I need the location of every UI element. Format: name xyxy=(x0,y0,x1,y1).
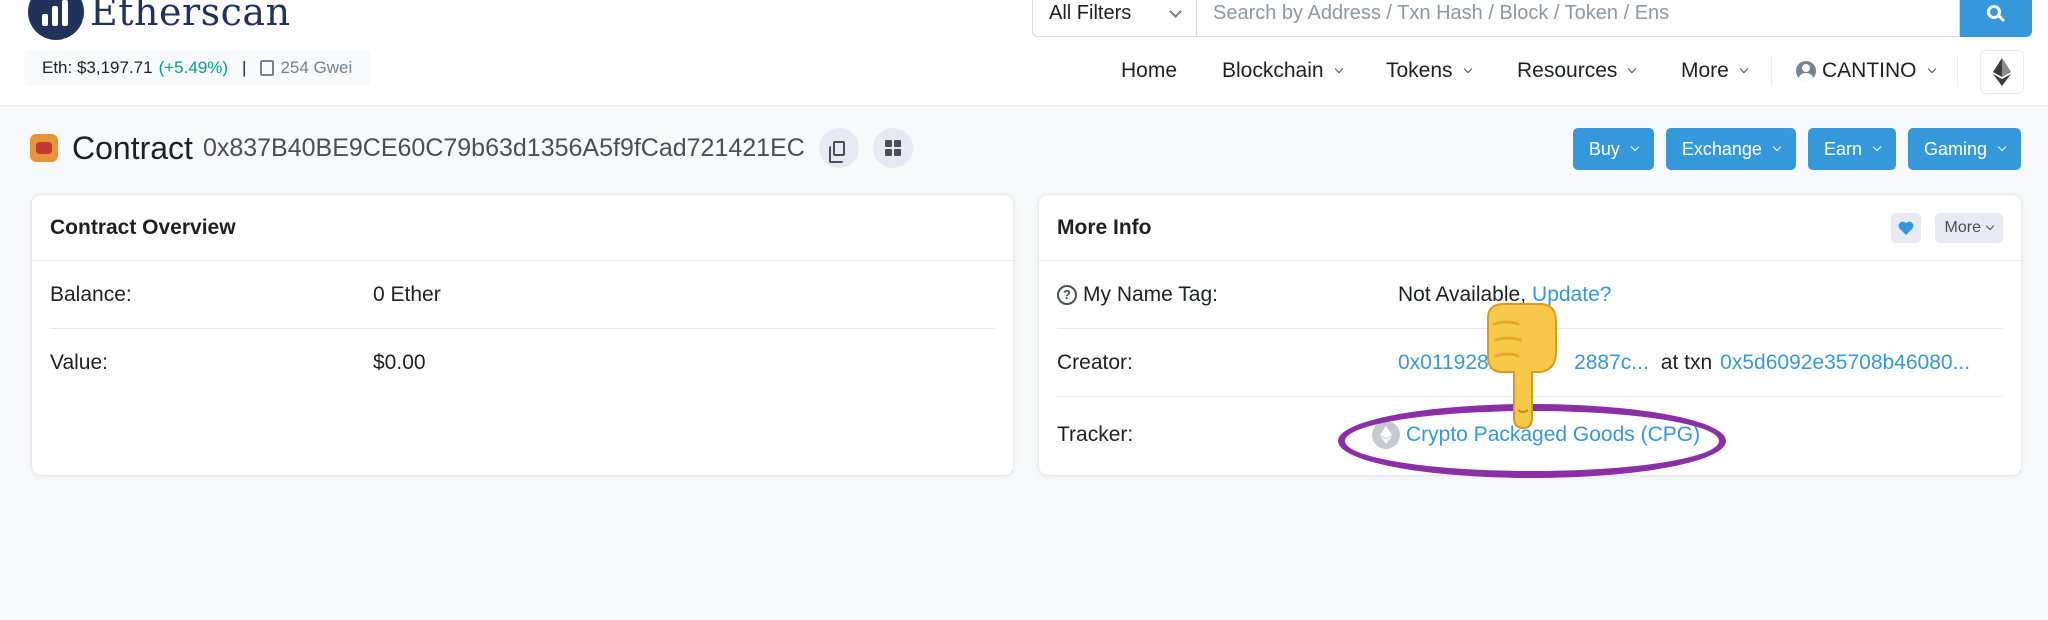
nav-resources[interactable]: Resources xyxy=(1517,55,1637,87)
eth-price[interactable]: Eth: $3,197.71 xyxy=(42,58,153,78)
balance-row: Balance: 0 Ether xyxy=(50,261,995,329)
value-row: Value: $0.00 xyxy=(50,329,995,397)
nav-divider xyxy=(1771,56,1772,86)
nav-resources-label: Resources xyxy=(1517,59,1618,82)
value-value: $0.00 xyxy=(373,351,426,374)
exchange-button[interactable]: Exchange xyxy=(1665,128,1796,170)
chevron-down-icon xyxy=(1927,64,1936,74)
chevron-down-icon xyxy=(1334,64,1343,74)
nav-more[interactable]: More xyxy=(1681,55,1749,87)
ethereum-icon xyxy=(1993,58,2011,86)
qr-code-icon xyxy=(884,140,901,156)
buy-button[interactable]: Buy xyxy=(1572,128,1654,170)
page-title: Contract xyxy=(72,129,193,166)
copy-address-button[interactable] xyxy=(818,128,859,168)
exchange-button-label: Exchange xyxy=(1681,138,1762,159)
chevron-down-icon xyxy=(1985,221,1995,231)
creator-txn-link[interactable]: 0x5d6092e35708b46080... xyxy=(1720,351,1970,375)
token-icon xyxy=(30,134,58,162)
balance-label: Balance: xyxy=(50,282,132,306)
chevron-down-icon xyxy=(1463,64,1472,74)
name-tag-label: My Name Tag: xyxy=(1083,282,1218,306)
search-filter-select[interactable]: All Filters xyxy=(1032,0,1197,37)
value-label: Value: xyxy=(50,351,108,374)
search-bar: All Filters Search by Address / Txn Hash… xyxy=(1032,0,2032,37)
nav-home-label: Home xyxy=(1121,59,1178,82)
buy-button-label: Buy xyxy=(1588,138,1620,159)
nav-blockchain-label: Blockchain xyxy=(1222,59,1324,82)
nav-tokens-label: Tokens xyxy=(1386,59,1453,82)
site-header: Etherscan Eth: $3,197.71 (+5.49%) | 254 … xyxy=(0,0,2048,106)
gas-price-value: 254 Gwei xyxy=(280,58,353,77)
contract-overview-title: Contract Overview xyxy=(32,195,1013,261)
qr-code-button[interactable] xyxy=(872,128,913,168)
gas-pump-icon xyxy=(260,60,275,76)
nav-divider xyxy=(1957,56,1958,86)
more-info-header: More Info More xyxy=(1039,195,2021,261)
name-tag-label-group: ? My Name Tag: xyxy=(1057,283,1218,307)
chevron-down-icon xyxy=(1739,64,1749,74)
search-input[interactable]: Search by Address / Txn Hash / Block / T… xyxy=(1197,0,1960,37)
creator-label: Creator: xyxy=(1057,350,1133,374)
nav-home[interactable]: Home xyxy=(1121,55,1177,87)
nav-tokens[interactable]: Tokens xyxy=(1386,55,1472,87)
contract-address: 0x837B40BE9CE60C79b63d1356A5f9fCad721421… xyxy=(202,133,805,162)
copy-icon xyxy=(828,140,845,163)
more-dropdown-label: More xyxy=(1944,219,1981,236)
earn-button[interactable]: Earn xyxy=(1807,128,1896,170)
nav-user-label: CANTINO xyxy=(1822,59,1917,82)
tracker-label: Tracker: xyxy=(1057,423,1134,446)
gaming-button-label: Gaming xyxy=(1923,138,1987,159)
user-circle-icon xyxy=(1796,61,1816,81)
nav-user-menu[interactable]: CANTINO xyxy=(1796,55,1936,87)
nav-blockchain[interactable]: Blockchain xyxy=(1222,55,1343,87)
etherscan-logo-icon xyxy=(28,0,84,40)
help-circle-icon[interactable]: ? xyxy=(1057,284,1077,305)
earn-button-label: Earn xyxy=(1823,138,1862,159)
at-txn-label: at txn xyxy=(1660,350,1713,374)
network-switch-button[interactable] xyxy=(1980,50,2024,94)
eth-price-chip: Eth: $3,197.71 (+5.49%) | 254 Gwei xyxy=(24,50,371,86)
contract-title-row: Contract 0x837B40BE9CE60C79b63d1356A5f9f… xyxy=(30,126,913,170)
search-icon xyxy=(1987,4,2001,19)
search-filter-label: All Filters xyxy=(1049,2,1132,24)
heart-icon xyxy=(1898,221,1914,235)
pointing-hand-emoji xyxy=(1487,303,1557,430)
chevron-down-icon xyxy=(1772,142,1782,152)
eth-price-change: (+5.49%) xyxy=(158,58,229,77)
watchlist-button[interactable] xyxy=(1891,213,1921,243)
logo-text: Etherscan xyxy=(90,0,291,34)
more-dropdown-button[interactable]: More xyxy=(1934,213,2003,243)
chevron-down-icon xyxy=(1997,142,2007,152)
creator-address-tail: 2887c... xyxy=(1574,350,1649,374)
gas-price[interactable]: 254 Gwei xyxy=(260,58,352,78)
chevron-down-icon xyxy=(1628,64,1637,74)
chevron-down-icon xyxy=(1169,4,1182,18)
price-separator: | xyxy=(242,58,247,77)
etherscan-logo[interactable]: Etherscan xyxy=(28,0,291,40)
balance-value: 0 Ether xyxy=(373,282,441,306)
gaming-button[interactable]: Gaming xyxy=(1907,128,2021,170)
action-buttons: Buy Exchange Earn Gaming xyxy=(1572,128,2021,170)
contract-overview-card: Contract Overview Balance: 0 Ether Value… xyxy=(31,194,1014,476)
search-button[interactable] xyxy=(1960,0,2032,37)
chevron-down-icon xyxy=(1872,142,1882,152)
chevron-down-icon xyxy=(1630,142,1640,152)
nav-more-label: More xyxy=(1681,59,1729,82)
more-info-title: More Info xyxy=(1057,215,1152,239)
